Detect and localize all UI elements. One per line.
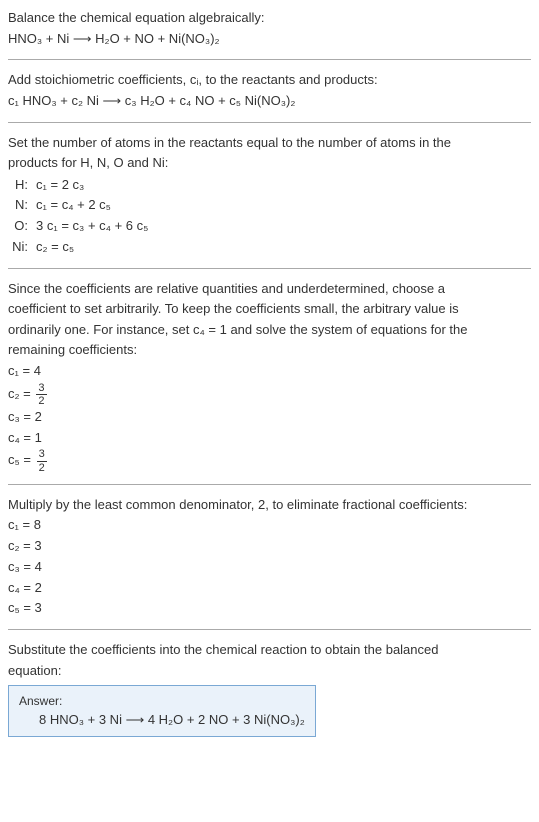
coeff-c2: c₂ = 3 bbox=[8, 536, 531, 557]
step3-section: Since the coefficients are relative quan… bbox=[8, 279, 531, 474]
divider bbox=[8, 59, 531, 60]
step4-text: Multiply by the least common denominator… bbox=[8, 495, 531, 515]
coeff-c3: c₃ = 4 bbox=[8, 557, 531, 578]
coeff-c4: c₄ = 2 bbox=[8, 578, 531, 599]
step5-section: Substitute the coefficients into the che… bbox=[8, 640, 531, 737]
fraction-denominator: 2 bbox=[37, 462, 47, 474]
coeff-c5-prefix: c₅ = bbox=[8, 453, 35, 468]
step2-section: Set the number of atoms in the reactants… bbox=[8, 133, 531, 258]
atom-label: Ni: bbox=[8, 237, 36, 258]
atom-row: Ni: c₂ = c₅ bbox=[8, 237, 531, 258]
coeff-c2: c₂ = 32 bbox=[8, 382, 531, 407]
fraction: 32 bbox=[36, 382, 46, 407]
step1-section: Add stoichiometric coefficients, cᵢ, to … bbox=[8, 70, 531, 111]
atom-equation: 3 c₁ = c₃ + c₄ + 6 c₅ bbox=[36, 216, 148, 237]
answer-equation: 8 HNO₃ + 3 Ni ⟶ 4 H₂O + 2 NO + 3 Ni(NO₃)… bbox=[19, 712, 305, 728]
intro-text: Balance the chemical equation algebraica… bbox=[8, 8, 531, 28]
atom-label: H: bbox=[8, 175, 36, 196]
coeff-c1: c₁ = 4 bbox=[8, 361, 531, 382]
answer-label: Answer: bbox=[19, 694, 305, 708]
step5-text2: equation: bbox=[8, 661, 531, 681]
coeff-c4: c₄ = 1 bbox=[8, 428, 531, 449]
divider bbox=[8, 484, 531, 485]
step4-section: Multiply by the least common denominator… bbox=[8, 495, 531, 619]
atom-label: N: bbox=[8, 195, 36, 216]
fraction-numerator: 3 bbox=[37, 448, 47, 461]
coeff-c3: c₃ = 2 bbox=[8, 407, 531, 428]
fraction: 32 bbox=[37, 448, 47, 473]
step5-text1: Substitute the coefficients into the che… bbox=[8, 640, 531, 660]
coeff-c1: c₁ = 8 bbox=[8, 515, 531, 536]
intro-section: Balance the chemical equation algebraica… bbox=[8, 8, 531, 49]
step1-text: Add stoichiometric coefficients, cᵢ, to … bbox=[8, 70, 531, 90]
divider bbox=[8, 629, 531, 630]
fraction-denominator: 2 bbox=[36, 395, 46, 407]
atom-row: H: c₁ = 2 c₃ bbox=[8, 175, 531, 196]
step2-text2: products for H, N, O and Ni: bbox=[8, 153, 531, 173]
answer-box: Answer: 8 HNO₃ + 3 Ni ⟶ 4 H₂O + 2 NO + 3… bbox=[8, 685, 316, 737]
intro-equation: HNO₃ + Ni ⟶ H₂O + NO + Ni(NO₃)₂ bbox=[8, 29, 531, 50]
step3-text4: remaining coefficients: bbox=[8, 340, 531, 360]
atom-equation: c₂ = c₅ bbox=[36, 237, 74, 258]
fraction-numerator: 3 bbox=[36, 382, 46, 395]
coeff-c2-prefix: c₂ = bbox=[8, 386, 34, 401]
step3-text2: coefficient to set arbitrarily. To keep … bbox=[8, 299, 531, 319]
coeff-c5: c₅ = 32 bbox=[8, 448, 531, 473]
atom-row: N: c₁ = c₄ + 2 c₅ bbox=[8, 195, 531, 216]
atom-equation: c₁ = 2 c₃ bbox=[36, 175, 84, 196]
divider bbox=[8, 122, 531, 123]
step3-text3: ordinarily one. For instance, set c₄ = 1… bbox=[8, 320, 531, 340]
atom-label: O: bbox=[8, 216, 36, 237]
coeff-c5: c₅ = 3 bbox=[8, 598, 531, 619]
atom-row: O: 3 c₁ = c₃ + c₄ + 6 c₅ bbox=[8, 216, 531, 237]
atom-equations-table: H: c₁ = 2 c₃ N: c₁ = c₄ + 2 c₅ O: 3 c₁ =… bbox=[8, 175, 531, 258]
step2-text1: Set the number of atoms in the reactants… bbox=[8, 133, 531, 153]
step3-text1: Since the coefficients are relative quan… bbox=[8, 279, 531, 299]
atom-equation: c₁ = c₄ + 2 c₅ bbox=[36, 195, 111, 216]
step1-equation: c₁ HNO₃ + c₂ Ni ⟶ c₃ H₂O + c₄ NO + c₅ Ni… bbox=[8, 91, 531, 112]
divider bbox=[8, 268, 531, 269]
